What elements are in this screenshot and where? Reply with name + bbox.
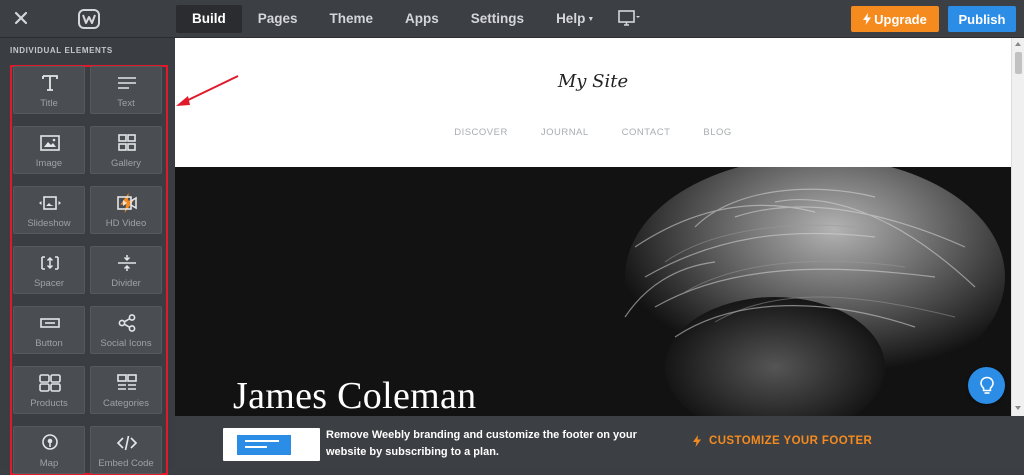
- element-map[interactable]: Map: [13, 426, 85, 474]
- element-label: Categories: [103, 398, 149, 409]
- desktop-monitor-icon: [618, 10, 641, 26]
- text-icon: [118, 77, 136, 89]
- title-icon: [42, 75, 58, 91]
- site-nav-journal[interactable]: JOURNAL: [541, 127, 589, 138]
- element-text[interactable]: Text: [90, 66, 162, 114]
- divider-icon: [118, 255, 136, 271]
- promo-thumbnail: [223, 428, 320, 461]
- element-title[interactable]: Title: [13, 66, 85, 114]
- help-tips-button[interactable]: [968, 367, 1005, 404]
- element-label: Map: [39, 458, 59, 469]
- element-spacer[interactable]: Spacer: [13, 246, 85, 294]
- site-title[interactable]: My Site: [175, 71, 1011, 92]
- video-icon: [117, 196, 137, 210]
- main-nav: Build Pages Theme Apps Settings Help ▼: [176, 5, 644, 33]
- element-products[interactable]: Products: [13, 366, 85, 414]
- upgrade-label: Upgrade: [874, 11, 927, 27]
- element-label: Button: [35, 338, 63, 349]
- tab-pages[interactable]: Pages: [242, 5, 314, 33]
- publish-button[interactable]: Publish: [948, 6, 1016, 32]
- element-label: Slideshow: [27, 218, 71, 229]
- element-slideshow[interactable]: Slideshow: [13, 186, 85, 234]
- element-label: HD Video: [105, 218, 147, 229]
- canvas-scrollbar[interactable]: [1011, 38, 1024, 416]
- upgrade-button[interactable]: Upgrade: [851, 6, 939, 32]
- lightning-bolt-icon: [863, 13, 872, 25]
- annotation-arrow-icon: [176, 75, 239, 106]
- share-icon: [118, 314, 136, 332]
- lightbulb-icon: [979, 376, 994, 394]
- tab-help-label: Help: [556, 11, 586, 26]
- element-label: Divider: [111, 278, 141, 289]
- lightning-bolt-icon: [693, 435, 701, 447]
- scroll-up-arrow-icon[interactable]: [1015, 42, 1021, 46]
- element-label: Image: [35, 158, 63, 169]
- button-icon: [40, 318, 60, 328]
- elements-sidebar: INDIVIDUAL ELEMENTS Title Text Image Gal…: [0, 38, 175, 475]
- hero-banner[interactable]: James Coleman: [175, 167, 1011, 416]
- categories-icon: [117, 374, 137, 390]
- tab-apps[interactable]: Apps: [389, 5, 455, 33]
- promo-message: Remove Weebly branding and customize the…: [326, 427, 666, 461]
- element-categories[interactable]: Categories: [90, 366, 162, 414]
- footer-promo-bar: Remove Weebly branding and customize the…: [175, 416, 1024, 469]
- customize-footer-label: CUSTOMIZE YOUR FOOTER: [709, 435, 873, 447]
- element-label: Gallery: [110, 158, 142, 169]
- close-icon[interactable]: [10, 7, 32, 29]
- chevron-down-icon: ▼: [587, 16, 595, 23]
- element-divider[interactable]: Divider: [90, 246, 162, 294]
- site-preview-canvas[interactable]: My Site DISCOVER JOURNAL CONTACT BLOG Ja…: [175, 38, 1011, 416]
- site-nav-blog[interactable]: BLOG: [703, 127, 731, 138]
- element-hd-video[interactable]: HD Video: [90, 186, 162, 234]
- element-label: Text: [117, 98, 135, 109]
- tab-build[interactable]: Build: [176, 5, 242, 33]
- tab-theme[interactable]: Theme: [314, 5, 390, 33]
- hero-heading[interactable]: James Coleman: [233, 374, 476, 416]
- element-label: Spacer: [33, 278, 65, 289]
- site-nav-discover[interactable]: DISCOVER: [454, 127, 508, 138]
- code-icon: [116, 435, 138, 451]
- top-toolbar: Build Pages Theme Apps Settings Help ▼ Up…: [0, 0, 1024, 38]
- map-pin-icon: [42, 434, 58, 450]
- site-nav: DISCOVER JOURNAL CONTACT BLOG: [175, 127, 1011, 138]
- slideshow-icon: [39, 196, 61, 210]
- element-label: Products: [30, 398, 68, 409]
- element-gallery[interactable]: Gallery: [90, 126, 162, 174]
- device-preview-toggle[interactable]: [614, 5, 644, 33]
- promo-line-2: website by subscribing to a plan.: [326, 446, 499, 458]
- scroll-down-arrow-icon[interactable]: [1015, 406, 1021, 410]
- promo-line-1: Remove Weebly branding and customize the…: [326, 429, 637, 441]
- tab-settings[interactable]: Settings: [455, 5, 540, 33]
- element-button[interactable]: Button: [13, 306, 85, 354]
- element-label: Social Icons: [100, 338, 152, 349]
- element-label: Embed Code: [98, 458, 154, 469]
- customize-footer-link[interactable]: CUSTOMIZE YOUR FOOTER: [693, 435, 872, 447]
- element-social-icons[interactable]: Social Icons: [90, 306, 162, 354]
- image-icon: [40, 135, 60, 151]
- tab-help[interactable]: Help ▼: [540, 5, 610, 33]
- section-title: INDIVIDUAL ELEMENTS: [10, 46, 113, 55]
- site-nav-contact[interactable]: CONTACT: [622, 127, 671, 138]
- element-image[interactable]: Image: [13, 126, 85, 174]
- element-label: Title: [40, 98, 58, 109]
- weebly-logo-icon[interactable]: [78, 9, 100, 29]
- products-icon: [39, 374, 61, 392]
- element-embed-code[interactable]: Embed Code: [90, 426, 162, 474]
- scroll-thumb[interactable]: [1015, 52, 1022, 74]
- spacer-icon: [41, 256, 59, 270]
- gallery-icon: [118, 134, 136, 151]
